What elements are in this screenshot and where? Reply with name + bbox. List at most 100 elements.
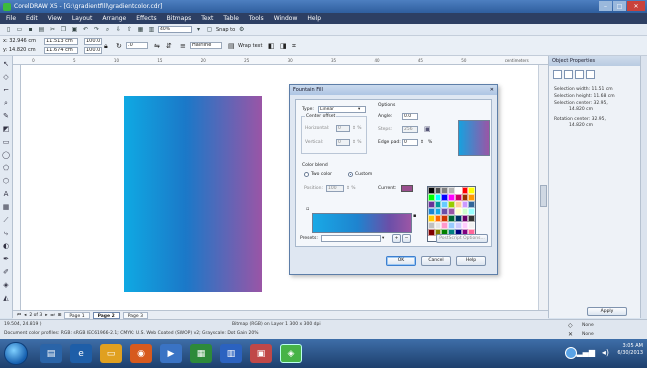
table-tool-icon[interactable]: ▦	[2, 203, 11, 212]
options-icon[interactable]: ⚙	[237, 25, 246, 34]
to-back-icon[interactable]: ◨	[280, 42, 287, 50]
last-page-icon[interactable]: ⏭	[51, 312, 55, 318]
search-icon[interactable]: ⌕	[103, 25, 112, 34]
palette-swatch[interactable]	[468, 208, 475, 215]
menu-window[interactable]: Window	[274, 15, 298, 22]
maximize-button[interactable]: □	[613, 1, 626, 11]
palette-swatch[interactable]	[434, 222, 442, 229]
minimize-button[interactable]: –	[599, 1, 612, 11]
general-tab-icon[interactable]	[575, 70, 584, 79]
chevron-down-icon[interactable]: ▾	[194, 25, 203, 34]
position-field[interactable]: 100	[326, 185, 344, 192]
open-icon[interactable]: ▭	[15, 25, 24, 34]
palette-swatch[interactable]	[461, 208, 469, 215]
palette-swatch[interactable]	[428, 229, 435, 236]
color-profile-info[interactable]: Document color profiles: RGB: sRGB IEC61…	[4, 331, 259, 336]
menu-help[interactable]: Help	[307, 15, 321, 22]
wrap-text-button[interactable]: Wrap text	[238, 43, 262, 49]
postscript-options-button[interactable]: PostScript Options...	[436, 234, 488, 243]
first-page-icon[interactable]: ⏮	[17, 312, 21, 318]
basic-shapes-icon[interactable]: ⬡	[2, 177, 11, 186]
rotation-angle-field[interactable]: .0	[126, 42, 148, 49]
dialog-close-icon[interactable]: ✕	[490, 85, 494, 95]
current-color-swatch[interactable]	[401, 185, 413, 192]
rectangle-tool-icon[interactable]: ▭	[2, 138, 11, 147]
menu-layout[interactable]: Layout	[72, 15, 92, 22]
angle-field[interactable]: 0.0	[402, 113, 418, 120]
paste-icon[interactable]: ▣	[70, 25, 79, 34]
palette-swatch[interactable]	[441, 215, 449, 222]
stepper-icon[interactable]: ⇕	[420, 140, 424, 145]
chevron-down-icon[interactable]: ▾	[382, 236, 384, 241]
presentation-app-icon[interactable]: ▣	[250, 344, 272, 363]
cancel-button[interactable]: Cancel	[421, 256, 451, 266]
welcome-icon[interactable]: ▥	[147, 25, 156, 34]
palette-swatch[interactable]	[454, 201, 462, 208]
vertical-offset-field[interactable]: 0	[336, 139, 350, 146]
full-screen-icon[interactable]: ▢	[205, 25, 214, 34]
palette-swatch[interactable]	[428, 194, 435, 201]
palette-swatch[interactable]	[454, 208, 462, 215]
media-player-icon[interactable]: ▶	[160, 344, 182, 363]
scale-y-field[interactable]: 100.0	[84, 47, 102, 54]
pick-tool-icon[interactable]: ↖	[2, 60, 11, 69]
freehand-tool-icon[interactable]: ✎	[2, 112, 11, 121]
fill-tool-icon[interactable]: ◈	[2, 281, 11, 290]
palette-swatch[interactable]	[448, 215, 455, 222]
folder-icon[interactable]: ▭	[100, 344, 122, 363]
page-tab[interactable]: Page 1	[64, 311, 90, 319]
gradient-end-marker-icon[interactable]: ▪	[413, 213, 416, 219]
palette-swatch[interactable]	[434, 187, 442, 194]
copy-icon[interactable]: ❐	[59, 25, 68, 34]
interactive-fill-icon[interactable]: ◭	[2, 294, 11, 303]
import-icon[interactable]: ⇩	[114, 25, 123, 34]
parallel-dimension-icon[interactable]: ⟋	[2, 216, 11, 225]
prev-page-icon[interactable]: ◂	[24, 313, 26, 318]
help-button[interactable]: Help	[456, 256, 486, 266]
apply-button[interactable]: Apply	[587, 307, 627, 316]
palette-swatch[interactable]	[448, 194, 455, 201]
horizontal-offset-field[interactable]: 0	[336, 125, 350, 132]
palette-swatch[interactable]	[441, 201, 449, 208]
mirror-vertical-icon[interactable]: ⇵	[166, 42, 172, 50]
palette-swatch[interactable]	[454, 187, 462, 194]
menu-view[interactable]: View	[48, 15, 62, 22]
palette-swatch[interactable]	[434, 215, 442, 222]
lock-ratio-icon[interactable]: 🔒︎	[104, 42, 108, 51]
text-wrap-icon[interactable]: ▤	[228, 42, 235, 50]
eyedropper-tool-icon[interactable]: ✒	[2, 255, 11, 264]
crop-tool-icon[interactable]: ⌐	[2, 86, 11, 95]
height-field[interactable]: 11.674 cm	[44, 47, 78, 54]
palette-swatch[interactable]	[434, 201, 442, 208]
firefox-icon[interactable]: ◉	[130, 344, 152, 363]
blend-tool-icon[interactable]: ◐	[2, 242, 11, 251]
clock-time[interactable]: 3:05 AM	[617, 343, 643, 350]
stepper-icon[interactable]: ⇕ %	[346, 186, 355, 191]
smart-fill-icon[interactable]: ◩	[2, 125, 11, 134]
vertical-scrollbar[interactable]	[538, 65, 548, 310]
lock-steps-icon[interactable]: ▣	[424, 125, 431, 133]
cut-icon[interactable]: ✂	[48, 25, 57, 34]
clock-date[interactable]: 6/30/2013	[617, 350, 643, 357]
polygon-tool-icon[interactable]: ⬠	[2, 164, 11, 173]
presets-select[interactable]	[321, 235, 381, 242]
menu-tools[interactable]: Tools	[249, 15, 264, 22]
export-icon[interactable]: ⇧	[125, 25, 134, 34]
palette-swatch[interactable]	[428, 208, 435, 215]
palette-swatch[interactable]	[461, 222, 469, 229]
palette-swatch[interactable]	[434, 208, 442, 215]
menu-bitmaps[interactable]: Bitmaps	[167, 15, 192, 22]
redo-icon[interactable]: ↷	[92, 25, 101, 34]
print-icon[interactable]: ▤	[37, 25, 46, 34]
two-color-radio[interactable]	[304, 172, 309, 177]
volume-icon[interactable]: ◂)	[602, 348, 609, 357]
gradient-start-marker-icon[interactable]: ▫	[306, 206, 309, 212]
palette-swatch[interactable]	[468, 222, 475, 229]
palette-swatch[interactable]	[441, 208, 449, 215]
palette-swatch[interactable]	[468, 187, 475, 194]
ok-button[interactable]: OK	[386, 256, 416, 266]
edge-pad-field[interactable]: 0	[402, 139, 418, 146]
palette-swatch[interactable]	[428, 215, 435, 222]
stepper-icon[interactable]: ⇕ %	[352, 126, 361, 131]
menu-effects[interactable]: Effects	[136, 15, 156, 22]
